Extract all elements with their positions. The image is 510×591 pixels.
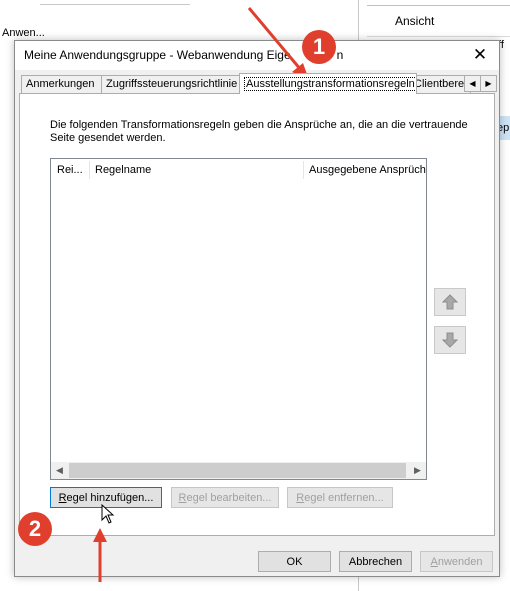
annotation-arrow-2	[93, 528, 107, 582]
tab-active-label: Ausstellungstransformationsregeln	[244, 77, 416, 91]
annotation-badge-1: 1	[302, 30, 336, 64]
annotation-badge-2: 2	[18, 512, 52, 546]
mouse-cursor-icon	[101, 504, 115, 524]
tab-ausstellungstransformationsregeln[interactable]: Ausstellungstransformationsregeln	[239, 73, 417, 94]
annotation-arrow-1	[247, 7, 309, 80]
